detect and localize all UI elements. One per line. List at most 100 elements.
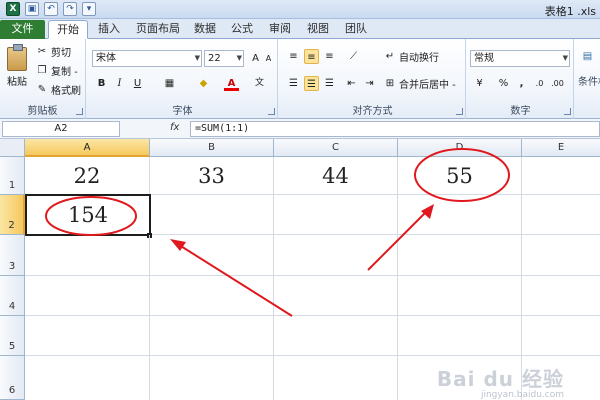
styles-group: ▤ 条件格 <box>576 39 600 119</box>
cell-c1[interactable]: 44 <box>274 157 398 195</box>
currency-icon[interactable]: ¥ <box>472 76 487 91</box>
cell-c6[interactable] <box>274 356 398 400</box>
cell-c5[interactable] <box>274 316 398 356</box>
cell-d1[interactable]: 55 <box>398 157 522 195</box>
clipboard-group: 粘贴 ✂ 剪切 ❐ 复制 - ✎ 格式刷 剪贴板 <box>0 39 86 119</box>
text-orientation-icon[interactable]: ⟋ <box>346 49 361 64</box>
font-group: 宋体 ▼ 22 ▼ A A B I U ▦ ◆ A 文 字体 <box>88 39 278 119</box>
cell-e1[interactable] <box>522 157 600 195</box>
cell-e4[interactable] <box>522 276 600 316</box>
tab-formulas[interactable]: 公式 <box>223 20 261 39</box>
font-color-icon[interactable]: A <box>224 76 239 91</box>
merge-center-button[interactable]: ⊞ 合并后居中 - <box>384 76 456 92</box>
cell-d4[interactable] <box>398 276 522 316</box>
increase-decimal-icon[interactable]: .0 <box>532 76 547 91</box>
decrease-indent-icon[interactable]: ⇤ <box>344 76 359 91</box>
row-header-2[interactable]: 2 <box>0 195 25 235</box>
cell-c2[interactable] <box>274 195 398 235</box>
bold-button[interactable]: B <box>94 76 109 91</box>
alignment-group-label: 对齐方式 <box>352 106 393 117</box>
cell-e3[interactable] <box>522 235 600 276</box>
formula-input[interactable]: =SUM(1:1) <box>190 121 600 137</box>
tab-view[interactable]: 视图 <box>299 20 337 39</box>
tab-insert[interactable]: 插入 <box>90 20 128 39</box>
align-bottom-icon[interactable]: ≡ <box>322 49 337 64</box>
alignment-launcher-icon[interactable] <box>456 108 463 115</box>
shrink-font-icon[interactable]: A <box>261 51 276 66</box>
select-all-corner[interactable] <box>0 139 25 157</box>
row-header-4[interactable]: 4 <box>0 276 25 316</box>
column-header-b[interactable]: B <box>150 139 274 157</box>
cell-a3[interactable] <box>25 235 150 276</box>
cell-b6[interactable] <box>150 356 274 400</box>
increase-indent-icon[interactable]: ⇥ <box>362 76 377 91</box>
phonetic-icon[interactable]: 文 <box>252 76 267 91</box>
chevron-down-icon: ▼ <box>562 54 568 62</box>
cell-d5[interactable] <box>398 316 522 356</box>
number-launcher-icon[interactable] <box>564 108 571 115</box>
row-header-6[interactable]: 6 <box>0 356 25 400</box>
clipboard-icon <box>7 44 27 71</box>
italic-button[interactable]: I <box>112 76 127 91</box>
comma-button[interactable]: , <box>514 76 529 91</box>
number-format-select[interactable]: 常规 ▼ <box>470 50 570 67</box>
cell-d3[interactable] <box>398 235 522 276</box>
tab-team[interactable]: 团队 <box>337 20 375 39</box>
fill-color-icon[interactable]: ◆ <box>196 76 211 91</box>
cell-a6[interactable] <box>25 356 150 400</box>
tab-review[interactable]: 审阅 <box>261 20 299 39</box>
conditional-format-icon[interactable]: ▤ <box>580 49 595 64</box>
clipboard-launcher-icon[interactable] <box>76 108 83 115</box>
border-icon[interactable]: ▦ <box>162 76 177 91</box>
tab-file[interactable]: 文件 <box>0 20 45 39</box>
underline-button[interactable]: U <box>130 76 145 91</box>
font-size-select[interactable]: 22 ▼ <box>204 50 244 67</box>
cell-b2[interactable] <box>150 195 274 235</box>
column-header-a[interactable]: A <box>25 139 150 157</box>
row-header-1[interactable]: 1 <box>0 157 25 195</box>
cell-c4[interactable] <box>274 276 398 316</box>
align-center-icon[interactable]: ☰ <box>304 76 319 91</box>
column-header-e[interactable]: E <box>522 139 600 157</box>
cut-button[interactable]: ✂ 剪切 <box>36 44 71 60</box>
align-middle-icon[interactable]: ≡ <box>304 49 319 64</box>
percent-button[interactable]: % <box>496 76 511 91</box>
cell-b4[interactable] <box>150 276 274 316</box>
undo-icon[interactable]: ↶ <box>44 2 58 16</box>
cell-a2[interactable]: 154 <box>25 194 151 236</box>
cell-e2[interactable] <box>522 195 600 235</box>
align-top-icon[interactable]: ≡ <box>286 49 301 64</box>
name-box[interactable]: A2 <box>2 121 120 137</box>
wrap-text-button[interactable]: ↵ 自动换行 <box>384 49 439 65</box>
row-header-3[interactable]: 3 <box>0 235 25 276</box>
tab-home[interactable]: 开始 <box>48 20 88 39</box>
cell-b5[interactable] <box>150 316 274 356</box>
cell-a1[interactable]: 22 <box>25 157 150 195</box>
insert-function-button[interactable]: fx <box>170 122 179 133</box>
cell-b1[interactable]: 33 <box>150 157 274 195</box>
tab-page-layout[interactable]: 页面布局 <box>128 20 188 39</box>
tab-data[interactable]: 数据 <box>186 20 224 39</box>
cell-e5[interactable] <box>522 316 600 356</box>
cell-d2[interactable] <box>398 195 522 235</box>
cell-c3[interactable] <box>274 235 398 276</box>
paste-button[interactable]: 粘贴 <box>4 44 30 97</box>
align-right-icon[interactable]: ☰ <box>322 76 337 91</box>
row-header-5[interactable]: 5 <box>0 316 25 356</box>
font-name-select[interactable]: 宋体 ▼ <box>92 50 202 67</box>
cell-a5[interactable] <box>25 316 150 356</box>
align-left-icon[interactable]: ☰ <box>286 76 301 91</box>
column-header-d[interactable]: D <box>398 139 522 157</box>
excel-app-icon[interactable]: X <box>6 2 20 16</box>
copy-button[interactable]: ❐ 复制 - <box>36 63 78 79</box>
decrease-decimal-icon[interactable]: .00 <box>550 76 565 91</box>
column-header-c[interactable]: C <box>274 139 398 157</box>
format-painter-button[interactable]: ✎ 格式刷 <box>36 82 81 98</box>
save-icon[interactable]: ▣ <box>25 2 39 16</box>
cell-b3[interactable] <box>150 235 274 276</box>
cell-a4[interactable] <box>25 276 150 316</box>
font-launcher-icon[interactable] <box>268 108 275 115</box>
customize-toolbar-icon[interactable]: ▾ <box>82 2 96 16</box>
conditional-format-label[interactable]: 条件格 <box>578 73 600 117</box>
redo-icon[interactable]: ↷ <box>63 2 77 16</box>
